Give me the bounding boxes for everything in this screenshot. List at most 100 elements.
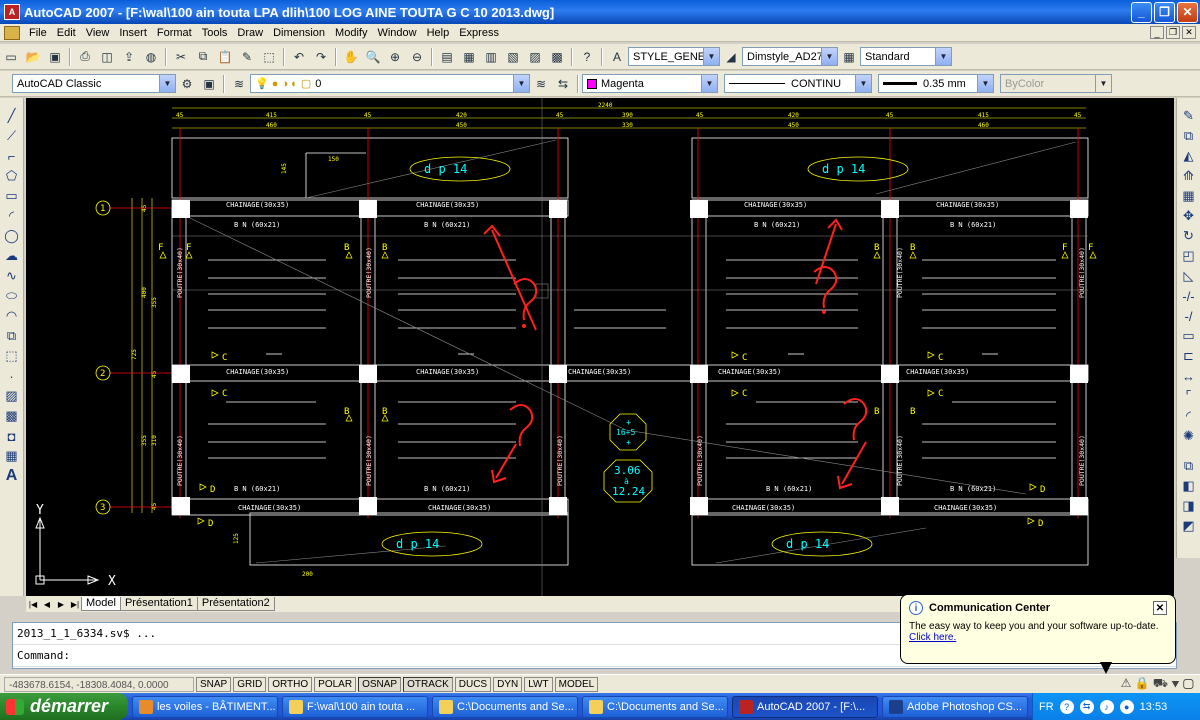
minimize-button[interactable]: _ [1131, 1, 1152, 23]
task-documents-2[interactable]: C:\Documents and Se... [582, 695, 728, 718]
ducs-toggle[interactable]: DUCS [454, 676, 492, 692]
paste-icon[interactable]: 📋 [216, 48, 234, 66]
zoom-realtime-icon[interactable]: 🔍 [364, 48, 382, 66]
bring-above-icon[interactable]: ◩ [1180, 516, 1198, 536]
construction-line-icon[interactable]: ⟋ [3, 126, 21, 146]
document-icon[interactable] [4, 25, 20, 40]
color-select[interactable]: Magenta ▼ [582, 74, 718, 93]
tab-model[interactable]: Model [81, 597, 121, 611]
copy-object-icon[interactable]: ⧉ [1180, 126, 1198, 146]
chevron-down-icon[interactable]: ▼ [935, 48, 951, 65]
fillet-icon[interactable]: ◜ [1180, 406, 1198, 426]
layer-select[interactable]: 💡 ● ◑ ◐ ▢ 0 ▼ [250, 74, 530, 93]
plot-preview-icon[interactable]: ◫ [98, 48, 116, 66]
workspace-save-icon[interactable]: ▣ [200, 75, 218, 93]
balloon-close-icon[interactable]: ✕ [1153, 601, 1167, 615]
circle-icon[interactable]: ◯ [3, 226, 21, 246]
coordinates-readout[interactable]: -483678.6154, -18308.4084, 0.0000 [4, 676, 194, 692]
tab-presentation1[interactable]: Présentation1 [119, 597, 198, 611]
copy-icon[interactable]: ⧉ [194, 48, 212, 66]
point-icon[interactable]: · [3, 366, 21, 386]
lineweight-select[interactable]: 0.35 mm ▼ [878, 74, 994, 93]
chevron-down-icon[interactable]: ▼ [821, 48, 837, 65]
chevron-down-icon[interactable]: ▼ [159, 75, 175, 92]
menu-tools[interactable]: Tools [197, 24, 233, 42]
send-back-icon[interactable]: ◨ [1180, 496, 1198, 516]
network-icon[interactable]: ⇆ [1079, 699, 1094, 714]
match-properties-icon[interactable]: ✎ [238, 48, 256, 66]
polyline-icon[interactable]: ⌐ [3, 146, 21, 166]
new-icon[interactable]: ▭ [2, 48, 20, 66]
help-icon[interactable]: ? [578, 48, 596, 66]
menu-window[interactable]: Window [372, 24, 421, 42]
ellipse-arc-icon[interactable]: ◠ [3, 306, 21, 326]
pan-icon[interactable]: ✋ [342, 48, 360, 66]
redo-icon[interactable]: ↷ [312, 48, 330, 66]
prev-tab-icon[interactable]: ◀ [41, 598, 53, 610]
menu-draw[interactable]: Draw [232, 24, 268, 42]
line-icon[interactable]: ╱ [3, 106, 21, 126]
first-tab-icon[interactable]: |◀ [27, 598, 39, 610]
language-indicator[interactable]: FR [1039, 701, 1054, 713]
break-at-point-icon[interactable]: ▭ [1180, 326, 1198, 346]
hatch-icon[interactable]: ▨ [3, 386, 21, 406]
publish-icon[interactable]: ⇪ [120, 48, 138, 66]
menu-dimension[interactable]: Dimension [268, 24, 330, 42]
volume-icon[interactable]: ♪ [1099, 699, 1114, 714]
ellipse-icon[interactable]: ⬭ [3, 286, 21, 306]
draw-order-icon[interactable]: ⧉ [1180, 456, 1198, 476]
task-photoshop[interactable]: Adobe Photoshop CS... [882, 695, 1028, 718]
doc-minimize-button[interactable]: _ [1150, 26, 1164, 39]
menu-express[interactable]: Express [454, 24, 504, 42]
chevron-down-icon[interactable]: ▼ [977, 75, 993, 92]
block-editor-icon[interactable]: ⬚ [260, 48, 278, 66]
make-current-layer-icon[interactable]: ≋ [532, 75, 550, 93]
polar-toggle[interactable]: POLAR [314, 676, 357, 692]
balloon-link[interactable]: Click here. [909, 632, 956, 643]
autocad-app-icon[interactable]: A [4, 4, 20, 20]
restore-button[interactable]: ❐ [1154, 1, 1175, 23]
spline-icon[interactable]: ∿ [3, 266, 21, 286]
insert-block-icon[interactable]: ⧉ [3, 326, 21, 346]
arc-icon[interactable]: ◜ [3, 206, 21, 226]
save-icon[interactable]: ▣ [46, 48, 64, 66]
dwf-icon[interactable]: ◍ [142, 48, 160, 66]
rotate-icon[interactable]: ↻ [1180, 226, 1198, 246]
menu-modify[interactable]: Modify [330, 24, 372, 42]
rectangle-icon[interactable]: ▭ [3, 186, 21, 206]
chevron-down-icon[interactable]: ▼ [513, 75, 529, 92]
undo-icon[interactable]: ↶ [290, 48, 308, 66]
security-icon[interactable]: ● [1119, 699, 1134, 714]
region-icon[interactable]: ◘ [3, 426, 21, 446]
task-documents-1[interactable]: C:\Documents and Se... [432, 695, 578, 718]
dyn-toggle[interactable]: DYN [493, 676, 523, 692]
open-icon[interactable]: 📂 [24, 48, 42, 66]
linetype-select[interactable]: CONTINU ▼ [724, 74, 872, 93]
menu-help[interactable]: Help [422, 24, 455, 42]
calculator-icon[interactable]: ▩ [548, 48, 566, 66]
snap-toggle[interactable]: SNAP [196, 676, 232, 692]
table-style-icon[interactable]: ▦ [840, 48, 858, 66]
last-tab-icon[interactable]: ▶| [69, 598, 81, 610]
help-tray-icon[interactable]: ? [1059, 699, 1074, 714]
tab-presentation2[interactable]: Présentation2 [196, 597, 275, 611]
close-button[interactable]: ✕ [1177, 1, 1198, 23]
move-icon[interactable]: ✥ [1180, 206, 1198, 226]
cut-icon[interactable]: ✂ [172, 48, 190, 66]
menu-file[interactable]: File [24, 24, 52, 42]
dim-style-select[interactable]: Dimstyle_AD27 ▼ [742, 47, 838, 66]
extend-icon[interactable]: -/ [1180, 306, 1198, 326]
task-folder-wal[interactable]: F:\wal\100 ain touta ... [282, 695, 428, 718]
start-button[interactable]: démarrer [0, 693, 128, 720]
revision-cloud-icon[interactable]: ☁ [3, 246, 21, 266]
doc-restore-button[interactable]: ❐ [1166, 26, 1180, 39]
explode-icon[interactable]: ✺ [1180, 426, 1198, 446]
otrack-toggle[interactable]: OTRACK [403, 676, 453, 692]
task-les-voiles[interactable]: les voiles - BÂTIMENT... [132, 695, 278, 718]
table-style-select[interactable]: Standard ▼ [860, 47, 952, 66]
properties-icon[interactable]: ▤ [438, 48, 456, 66]
layer-manager-icon[interactable]: ≋ [230, 75, 248, 93]
chevron-down-icon[interactable]: ▼ [703, 48, 719, 65]
stretch-icon[interactable]: ◺ [1180, 266, 1198, 286]
task-autocad[interactable]: AutoCAD 2007 - [F:\... [732, 695, 878, 718]
